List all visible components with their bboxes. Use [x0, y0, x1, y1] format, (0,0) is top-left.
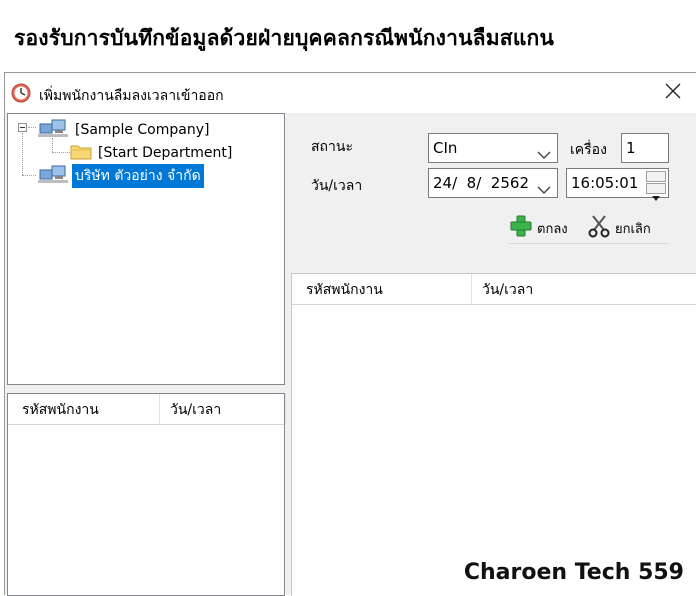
status-label: สถานะ — [311, 139, 353, 155]
clock-icon — [11, 83, 31, 103]
tree-node-label: บริษัท ตัวอย่าง จำกัด — [72, 164, 204, 188]
close-button[interactable] — [650, 73, 696, 113]
column-header-datetime[interactable]: วัน/เวลา — [472, 274, 696, 304]
right-employee-list[interactable]: รหัสพนักงาน วัน/เวลา — [291, 273, 696, 596]
status-select[interactable]: CIn — [428, 133, 558, 163]
tree-node-sample-company-th[interactable]: บริษัท ตัวอย่าง จำกัด — [38, 164, 204, 188]
list-header: รหัสพนักงาน วัน/เวลา — [292, 274, 696, 305]
computer-network-icon — [38, 118, 72, 142]
left-employee-list[interactable]: รหัสพนักงาน วัน/เวลา — [7, 393, 286, 596]
add-forgot-scan-window: เพิ่มพนักงานลืมลงเวลาเข้าออก [Sample Com… — [4, 72, 696, 596]
page-heading: รองรับการบันทึกข้อมูลด้วยฝ่ายบุคคลกรณีพน… — [14, 26, 555, 50]
column-header-employee-id[interactable]: รหัสพนักงาน — [8, 394, 160, 424]
close-icon — [665, 83, 681, 103]
column-header-datetime[interactable]: วัน/เวลา — [160, 394, 286, 424]
tree-node-start-department[interactable]: [Start Department] — [70, 142, 235, 164]
ok-button[interactable]: ตกลง — [509, 214, 568, 242]
time-spinner[interactable] — [646, 171, 666, 201]
spin-down-button[interactable] — [646, 183, 666, 201]
cancel-button[interactable]: ยกเลิก — [587, 214, 651, 242]
toolbar-divider — [509, 243, 669, 244]
window-title: เพิ่มพนักงานลืมลงเวลาเข้าออก — [39, 88, 224, 104]
scissors-icon — [587, 214, 611, 242]
department-tree[interactable]: [Sample Company] [Start Department] บริษ… — [7, 113, 285, 385]
tree-node-sample-company[interactable]: [Sample Company] — [38, 118, 212, 142]
tree-node-label: [Start Department] — [98, 145, 233, 161]
tree-connector — [52, 152, 70, 153]
column-header-employee-id[interactable]: รหัสพนักงาน — [292, 274, 472, 304]
spin-up-button[interactable] — [646, 171, 666, 189]
folder-icon — [70, 142, 92, 164]
machine-label: เครื่อง — [570, 142, 607, 158]
time-value: 16:05:01 — [571, 174, 639, 192]
collapse-toggle[interactable] — [18, 123, 27, 132]
tree-connector — [22, 175, 36, 176]
computer-network-icon — [38, 164, 72, 188]
tree-connector — [22, 133, 23, 175]
tree-node-label: [Sample Company] — [75, 122, 210, 138]
machine-input[interactable]: 1 — [621, 133, 669, 163]
tree-connector — [28, 127, 36, 128]
chevron-down-icon — [537, 177, 551, 194]
plus-icon — [509, 214, 533, 242]
date-value: 24/ 8/ 2562 — [433, 174, 529, 192]
chevron-down-icon — [537, 142, 551, 159]
title-bar[interactable]: เพิ่มพนักงานลืมลงเวลาเข้าออก — [5, 73, 696, 113]
datetime-label: วัน/เวลา — [311, 178, 363, 194]
ok-label: ตกลง — [537, 221, 568, 237]
status-value: CIn — [433, 139, 458, 157]
cancel-label: ยกเลิก — [615, 221, 651, 237]
watermark: Charoen Tech 559 — [463, 560, 684, 585]
time-input[interactable]: 16:05:01 — [566, 168, 669, 201]
date-picker[interactable]: 24/ 8/ 2562 — [428, 168, 558, 198]
list-header: รหัสพนักงาน วัน/เวลา — [8, 394, 286, 425]
